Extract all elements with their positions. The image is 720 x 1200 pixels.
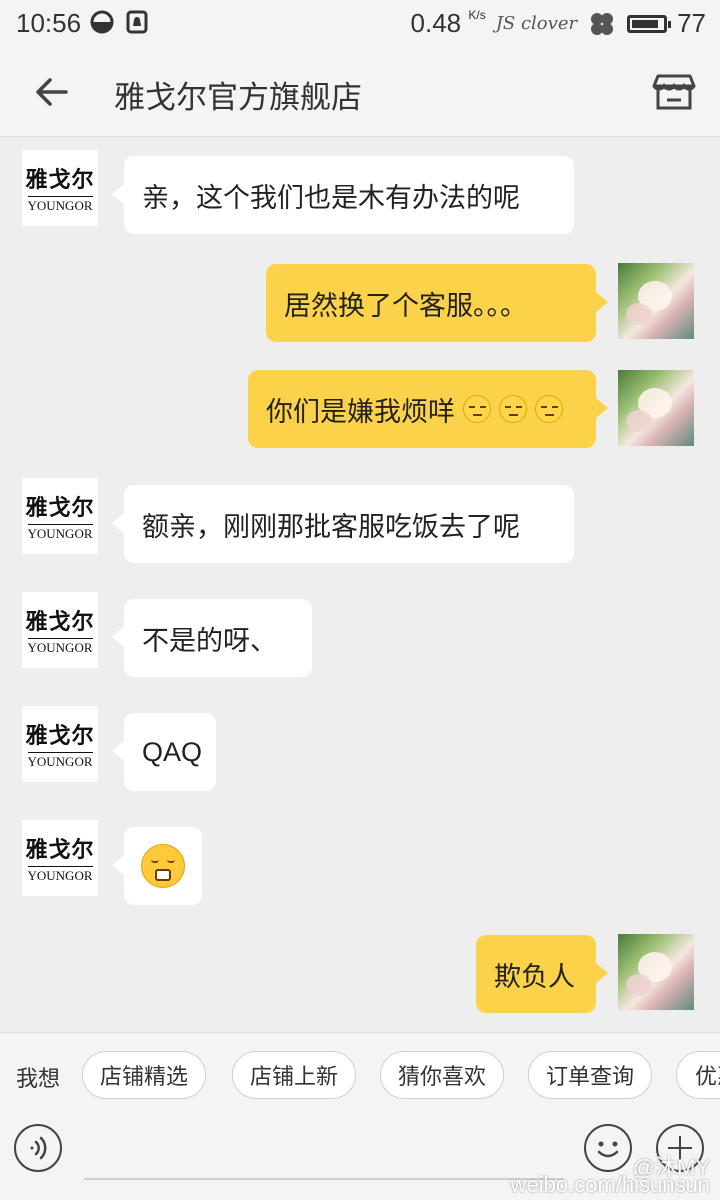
chat-header: 雅戈尔官方旗舰店	[0, 48, 720, 137]
message-text: 居然换了个客服。。。	[284, 290, 527, 322]
quick-reply-label: 我想	[16, 1067, 61, 1092]
message-bubble-outgoing[interactable]: 欺负人	[476, 935, 608, 1013]
shop-avatar[interactable]: 雅戈尔 YOUNGOR	[22, 820, 98, 896]
brand-name-cn: 雅戈尔	[25, 609, 95, 635]
storefront-icon[interactable]	[652, 70, 696, 114]
message-text: 你们是嫌我烦咩	[266, 396, 455, 428]
voice-icon[interactable]	[14, 1124, 62, 1172]
chip-recommendations[interactable]: 猜你喜欢	[380, 1051, 504, 1099]
brand-name-en: YOUNGOR	[27, 866, 93, 883]
unamused-face-icon	[463, 395, 491, 423]
brand-name-en: YOUNGOR	[27, 524, 93, 541]
brand-name-cn: 雅戈尔	[25, 837, 95, 863]
message-bubble-outgoing[interactable]: 居然换了个客服。。。	[266, 264, 608, 342]
status-left-icons	[90, 10, 148, 34]
clover-icon	[591, 12, 614, 35]
shop-avatar[interactable]: 雅戈尔 YOUNGOR	[22, 592, 98, 668]
back-arrow-icon[interactable]	[32, 72, 72, 112]
message-bubble-incoming[interactable]: QAQ	[112, 713, 216, 791]
user-avatar[interactable]	[618, 370, 694, 446]
status-bar: 10:56 0.48 K/s JS clover 77	[0, 0, 720, 48]
user-avatar[interactable]	[618, 263, 694, 339]
notification-icon	[126, 10, 148, 34]
message-text: 额亲，刚刚那批客服吃饭去了呢	[142, 511, 520, 543]
brand-name-en: YOUNGOR	[27, 752, 93, 769]
brand-name-cn: 雅戈尔	[25, 495, 95, 521]
message-input[interactable]	[84, 1178, 564, 1180]
smiley-icon[interactable]	[584, 1124, 632, 1172]
quick-reply-bar: 我想 店铺精选 店铺上新 猜你喜欢 订单查询 优惠	[0, 1032, 720, 1117]
message-bubble-outgoing[interactable]: 你们是嫌我烦咩	[248, 370, 608, 448]
battery-level: 77	[677, 8, 706, 38]
watermark-url: weibo.com/hisunsun	[510, 1172, 710, 1197]
chip-coupons[interactable]: 优惠	[676, 1051, 720, 1099]
user-avatar[interactable]	[618, 934, 694, 1010]
message-text: QAQ	[142, 736, 203, 767]
page-title: 雅戈尔官方旗舰店	[114, 80, 362, 116]
message-bubble-incoming[interactable]: 额亲，刚刚那批客服吃饭去了呢	[112, 485, 574, 563]
carrier-label: JS clover	[495, 13, 578, 34]
status-right: 0.48 K/s JS clover 77	[411, 8, 706, 39]
brand-name-cn: 雅戈尔	[25, 723, 95, 749]
chip-order-lookup[interactable]: 订单查询	[528, 1051, 652, 1099]
brand-name-en: YOUNGOR	[27, 638, 93, 655]
brand-name-en: YOUNGOR	[27, 196, 93, 213]
message-bubble-incoming[interactable]	[112, 827, 202, 905]
message-bubble-incoming[interactable]: 亲，这个我们也是木有办法的呢	[112, 156, 574, 234]
shop-avatar[interactable]: 雅戈尔 YOUNGOR	[22, 706, 98, 782]
unamused-face-icon	[535, 395, 563, 423]
status-time: 10:56	[16, 8, 82, 38]
shop-avatar[interactable]: 雅戈尔 YOUNGOR	[22, 150, 98, 226]
message-text: 不是的呀、	[142, 625, 277, 657]
message-text: 欺负人	[494, 961, 575, 993]
message-bubble-incoming[interactable]: 不是的呀、	[112, 599, 312, 677]
battery-icon	[627, 14, 672, 33]
chip-new-arrivals[interactable]: 店铺上新	[232, 1051, 356, 1099]
network-speed: 0.48 K/s	[410, 8, 486, 38]
message-text: 亲，这个我们也是木有办法的呢	[142, 182, 520, 214]
sticker-face-icon	[141, 844, 185, 888]
unamused-face-icon	[499, 395, 527, 423]
shop-avatar[interactable]: 雅戈尔 YOUNGOR	[22, 478, 98, 554]
brand-name-cn: 雅戈尔	[25, 167, 95, 193]
chip-shop-picks[interactable]: 店铺精选	[82, 1051, 206, 1099]
half-moon-icon	[90, 10, 114, 34]
